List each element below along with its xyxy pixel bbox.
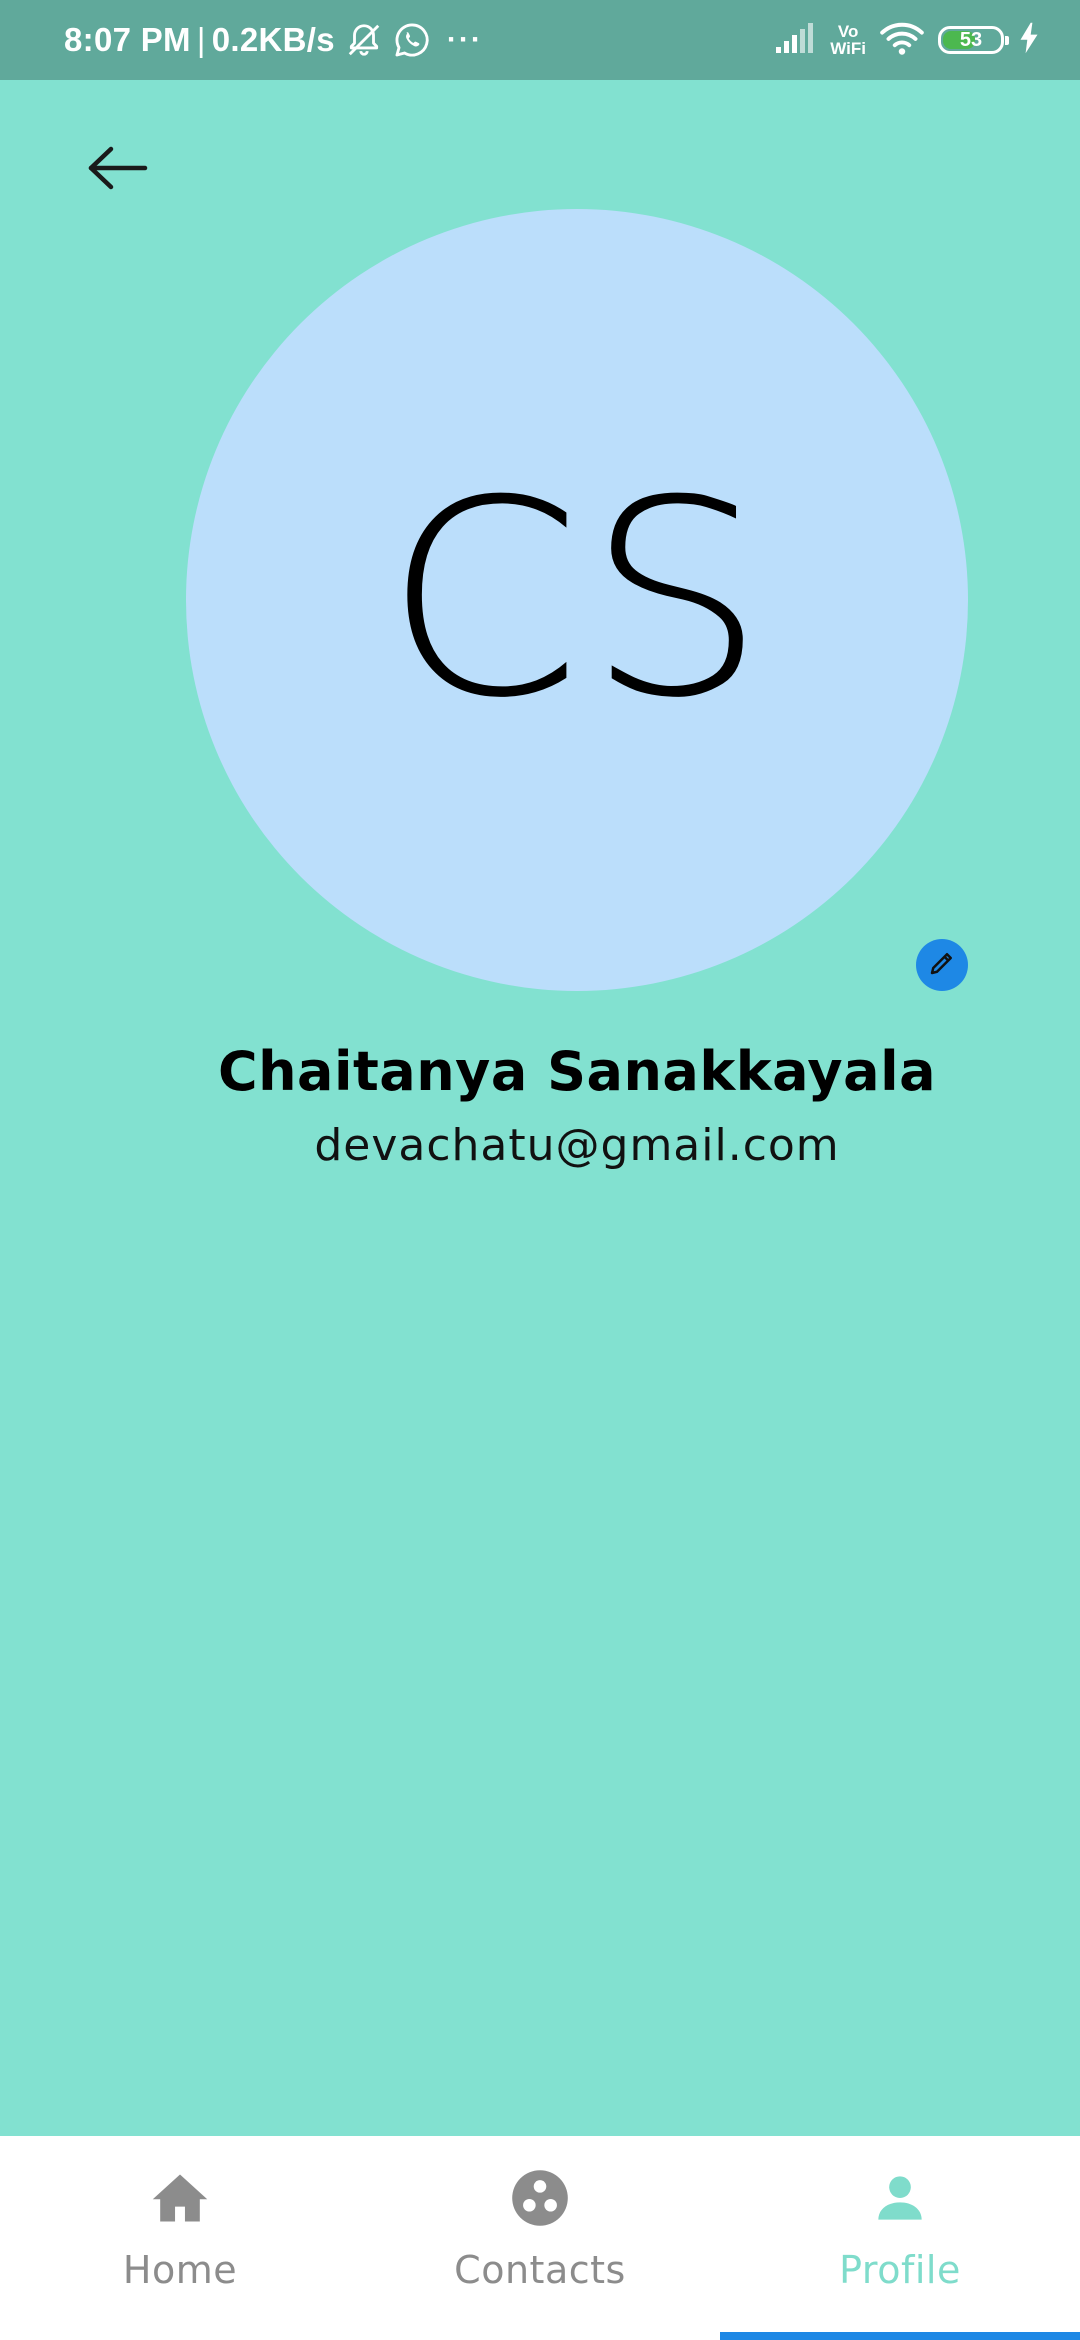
nav-label-home: Home	[122, 2248, 238, 2292]
nav-item-home[interactable]: Home	[0, 2136, 360, 2340]
battery-tip	[1005, 36, 1009, 45]
status-separator: |	[196, 21, 206, 58]
more-notifications-icon: ···	[446, 23, 483, 56]
status-net-speed: 0.2KB/s	[211, 21, 335, 58]
pencil-icon	[927, 948, 957, 982]
bottom-navigation: Home Contacts Profile	[0, 2136, 1080, 2340]
nav-label-profile: Profile	[839, 2248, 961, 2292]
avatar: CS	[186, 209, 968, 991]
person-icon	[874, 2166, 926, 2230]
status-right: Vo WiFi 53	[774, 0, 1040, 80]
wifi-icon	[880, 20, 924, 60]
profile-screen: 8:07 PM | 0.2KB/s ··· Vo WiFi 53 CS Chai…	[0, 0, 1080, 2340]
status-left: 8:07 PM | 0.2KB/s ···	[64, 0, 483, 80]
vowifi-indicator: Vo WiFi	[830, 23, 866, 57]
nav-item-profile[interactable]: Profile	[720, 2136, 1080, 2340]
back-button[interactable]	[78, 130, 158, 210]
active-tab-indicator	[720, 2332, 1080, 2340]
home-icon	[150, 2166, 210, 2230]
profile-email: devachatu@gmail.com	[314, 1120, 840, 1171]
vowifi-bottom: WiFi	[830, 39, 866, 58]
contacts-icon	[511, 2166, 569, 2230]
battery-level: 53	[959, 28, 983, 51]
battery-icon: 53	[938, 26, 1009, 54]
whatsapp-icon	[393, 21, 431, 59]
status-time: 8:07 PM	[64, 21, 191, 58]
status-bar: 8:07 PM | 0.2KB/s ··· Vo WiFi 53	[0, 0, 1080, 80]
edit-profile-button[interactable]	[916, 939, 968, 991]
mute-notifications-icon	[345, 21, 383, 59]
signal-icon	[774, 21, 816, 59]
avatar-initials: CS	[383, 442, 771, 757]
charging-icon	[1018, 21, 1040, 59]
nav-label-contacts: Contacts	[454, 2248, 626, 2292]
profile-name: Chaitanya Sanakkayala	[217, 1040, 937, 1103]
nav-item-contacts[interactable]: Contacts	[360, 2136, 720, 2340]
arrow-left-icon	[87, 146, 149, 194]
